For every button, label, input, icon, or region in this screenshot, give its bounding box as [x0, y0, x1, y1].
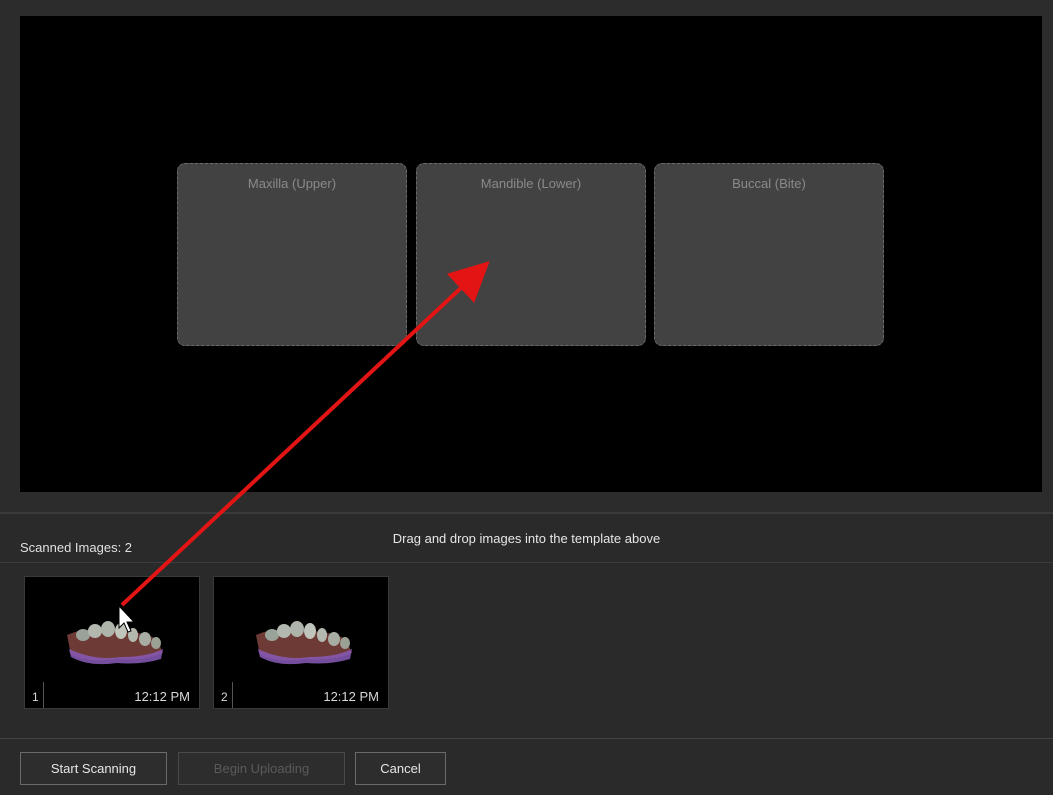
slot-label-mandible: Mandible (Lower) [480, 176, 582, 191]
begin-uploading-button[interactable]: Begin Uploading [178, 752, 345, 785]
scan-dialog: Maxilla (Upper) Mandible (Lower) Buccal … [0, 0, 1053, 795]
dialog-footer: Start Scanning Begin Uploading Cancel [0, 739, 1053, 795]
scan-thumbnail-1[interactable]: 1 12:12 PM [24, 576, 200, 709]
start-scanning-button[interactable]: Start Scanning [20, 752, 167, 785]
thumbnail-index: 1 [32, 690, 39, 704]
scanned-images-tray: Drag and drop images into the template a… [0, 514, 1053, 738]
thumbnail-time: 12:12 PM [323, 689, 379, 704]
slot-label-buccal: Buccal (Bite) [732, 176, 806, 191]
slot-label-maxilla: Maxilla (Upper) [247, 176, 337, 191]
cancel-button[interactable]: Cancel [355, 752, 446, 785]
slot-maxilla[interactable]: Maxilla (Upper) [177, 163, 407, 346]
thumbnail-index: 2 [221, 690, 228, 704]
template-viewport: Maxilla (Upper) Mandible (Lower) Buccal … [20, 16, 1042, 492]
scanned-images-count: Scanned Images: 2 [20, 540, 133, 555]
scan-thumbnail-2[interactable]: 2 12:12 PM [213, 576, 389, 709]
tray-header-divider [0, 562, 1053, 563]
template-area: Maxilla (Upper) Mandible (Lower) Buccal … [0, 0, 1053, 512]
drag-instruction: Drag and drop images into the template a… [392, 531, 661, 546]
slot-mandible[interactable]: Mandible (Lower) [416, 163, 646, 346]
slot-buccal[interactable]: Buccal (Bite) [654, 163, 884, 346]
thumbnail-time: 12:12 PM [134, 689, 190, 704]
thumbnail-separator [232, 682, 233, 708]
thumbnail-separator [43, 682, 44, 708]
